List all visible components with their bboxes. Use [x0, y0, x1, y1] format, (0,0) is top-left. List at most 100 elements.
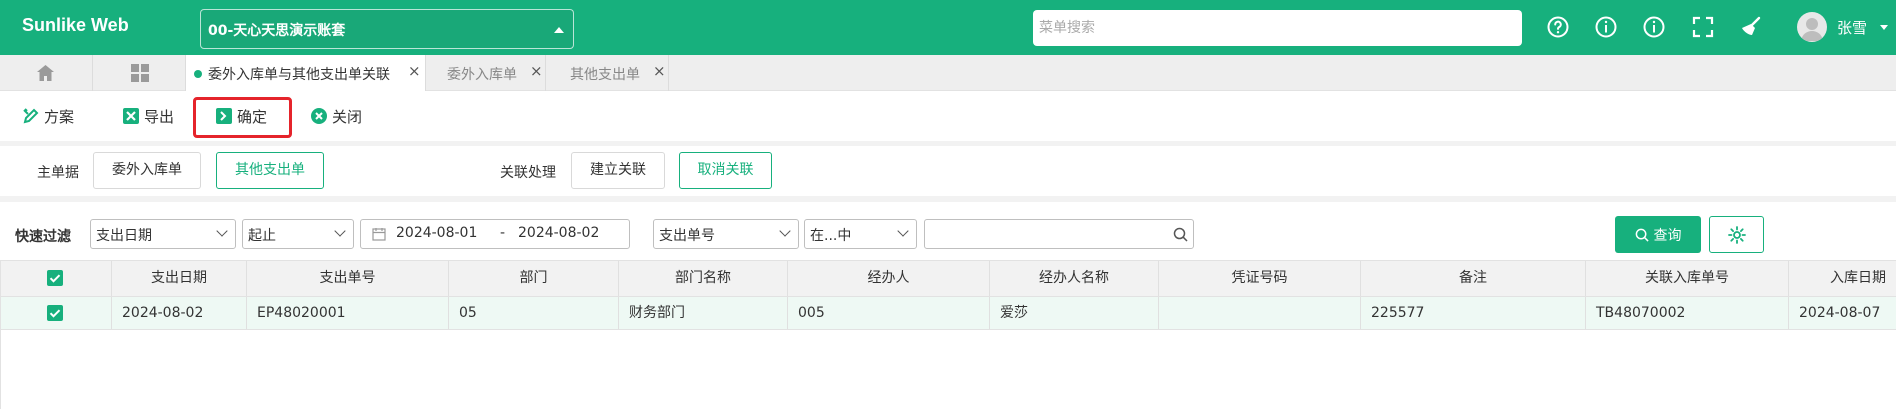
- close-label: 关闭: [332, 107, 363, 126]
- checkbox-checked-icon[interactable]: [47, 305, 63, 321]
- table-cell: TB48070002: [1586, 297, 1789, 329]
- table-cell: 005: [788, 297, 990, 329]
- table-row[interactable]: 2024-08-02 EP48020001 05 财务部门 005 爱莎 225…: [0, 297, 1896, 330]
- active-dot-icon: [194, 70, 202, 78]
- close-icon[interactable]: ×: [653, 62, 666, 80]
- quick-filter-label: 快速过滤: [15, 229, 71, 245]
- column-header[interactable]: 经办人名称: [990, 261, 1159, 296]
- export-label: 导出: [144, 107, 175, 126]
- date-from[interactable]: 2024-08-01: [396, 225, 477, 241]
- main-document-label: 主单据: [37, 165, 79, 181]
- highlight-frame: [193, 97, 292, 138]
- tab-label: 其他支出单: [570, 67, 640, 83]
- scheme-label: 方案: [44, 107, 75, 126]
- filter-field-value: 支出日期: [96, 228, 152, 244]
- column-header[interactable]: 关联入库单号: [1586, 261, 1789, 296]
- column-header[interactable]: 支出日期: [112, 261, 247, 296]
- relation-process-label: 关联处理: [500, 165, 556, 181]
- filter-operator-select[interactable]: 起止: [242, 219, 354, 249]
- filter-settings-button[interactable]: [1709, 216, 1764, 253]
- brand-logo: Sunlike Web: [22, 15, 129, 35]
- main-other-expense-button[interactable]: 其他支出单: [216, 152, 324, 189]
- table-cell: [1159, 297, 1361, 329]
- close-button[interactable]: 关闭: [310, 91, 362, 141]
- cancel-relation-button[interactable]: 取消关联: [679, 152, 772, 189]
- chevron-down-icon: [779, 225, 791, 237]
- table-cell: 爱莎: [990, 297, 1159, 329]
- filter-operator-value: 起止: [248, 228, 276, 244]
- main-outsource-receipt-button[interactable]: 委外入库单: [93, 152, 201, 189]
- column-header[interactable]: 部门名称: [619, 261, 788, 296]
- close-circle-icon: [311, 108, 327, 124]
- column-header[interactable]: 经办人: [788, 261, 990, 296]
- clean-brush-icon[interactable]: [1739, 15, 1763, 39]
- tab-relation[interactable]: 委外入库单与其他支出单关联 ×: [185, 55, 425, 91]
- column-header[interactable]: 凭证号码: [1159, 261, 1361, 296]
- table-cell: 2024-08-02: [112, 297, 247, 329]
- create-relation-button[interactable]: 建立关联: [571, 152, 665, 189]
- row-checkbox-cell[interactable]: [0, 297, 112, 329]
- filter-field2-select[interactable]: 支出单号: [653, 219, 799, 249]
- top-bar: Sunlike Web 00-天心天思演示账套 张雪: [0, 0, 1896, 55]
- search-icon[interactable]: [1173, 227, 1188, 242]
- tab-label: 委外入库单与其他支出单关联: [208, 67, 390, 83]
- column-header[interactable]: 备注: [1361, 261, 1586, 296]
- tab-other-expense[interactable]: 其他支出单 ×: [545, 55, 669, 91]
- column-header[interactable]: 入库日期: [1789, 261, 1896, 296]
- table-cell: 225577: [1361, 297, 1586, 329]
- calendar-icon: [372, 228, 386, 241]
- account-select-value: 00-天心天思演示账套: [208, 23, 346, 39]
- tab-label: 委外入库单: [447, 67, 517, 83]
- export-button[interactable]: 导出: [122, 91, 174, 141]
- caret-down-icon[interactable]: [1880, 25, 1888, 30]
- tab-bar: 委外入库单与其他支出单关联 × 委外入库单 × 其他支出单 ×: [0, 55, 1896, 91]
- user-icon: [1801, 18, 1823, 41]
- close-icon[interactable]: ×: [530, 62, 543, 80]
- table-cell: 05: [449, 297, 619, 329]
- info-icon[interactable]: [1594, 15, 1618, 39]
- caret-up-icon: [554, 27, 564, 33]
- table-cell: 财务部门: [619, 297, 788, 329]
- search-icon: [1635, 228, 1649, 242]
- user-name[interactable]: 张雪: [1837, 17, 1867, 38]
- tab-outsource-receipt[interactable]: 委外入库单 ×: [425, 55, 545, 91]
- quick-filter-row: 快速过滤 支出日期 起止 2024-08-01 - 2024-08-02 支出单…: [0, 202, 1896, 260]
- avatar[interactable]: [1797, 12, 1827, 42]
- pencil-ruler-icon: [23, 108, 39, 124]
- apps-tab[interactable]: [92, 55, 185, 91]
- column-header[interactable]: 支出单号: [247, 261, 449, 296]
- filter-operator2-value: 在...中: [810, 228, 852, 244]
- grid-border: [0, 261, 1, 409]
- checkbox-checked-icon[interactable]: [47, 270, 63, 286]
- home-tab[interactable]: [0, 55, 92, 91]
- select-all-checkbox-cell[interactable]: [0, 261, 112, 296]
- table-cell: 2024-08-07: [1799, 305, 1881, 321]
- excel-icon: [123, 108, 139, 124]
- grid-header: 支出日期 支出单号 部门 部门名称 经办人 经办人名称 凭证号码 备注 关联入库…: [0, 261, 1896, 297]
- menu-search-input[interactable]: [1033, 10, 1522, 46]
- filter-value-input[interactable]: [924, 219, 1194, 249]
- chevron-down-icon: [897, 225, 909, 237]
- query-button[interactable]: 查询: [1615, 216, 1701, 253]
- grid-icon: [131, 64, 149, 82]
- date-to[interactable]: 2024-08-02: [518, 225, 599, 241]
- filter-field-select[interactable]: 支出日期: [90, 219, 236, 249]
- data-grid: 支出日期 支出单号 部门 部门名称 经办人 经办人名称 凭证号码 备注 关联入库…: [0, 260, 1896, 409]
- date-separator: -: [500, 225, 506, 241]
- home-icon: [37, 65, 54, 81]
- about-icon[interactable]: [1642, 15, 1666, 39]
- query-label: 查询: [1653, 227, 1682, 244]
- fullscreen-icon[interactable]: [1691, 15, 1715, 39]
- date-range-picker[interactable]: 2024-08-01 - 2024-08-02: [360, 219, 630, 249]
- help-icon[interactable]: [1546, 15, 1570, 39]
- scheme-button[interactable]: 方案: [22, 91, 74, 141]
- table-cell: EP48020001: [247, 297, 449, 329]
- relation-row: 主单据 委外入库单 其他支出单 关联处理 建立关联 取消关联: [0, 146, 1896, 196]
- chevron-down-icon: [216, 225, 228, 237]
- column-header[interactable]: 部门: [449, 261, 619, 296]
- filter-field2-value: 支出单号: [659, 228, 715, 244]
- filter-operator2-select[interactable]: 在...中: [804, 219, 917, 249]
- account-select[interactable]: 00-天心天思演示账套: [200, 9, 574, 49]
- close-icon[interactable]: ×: [408, 62, 421, 80]
- chevron-down-icon: [334, 225, 346, 237]
